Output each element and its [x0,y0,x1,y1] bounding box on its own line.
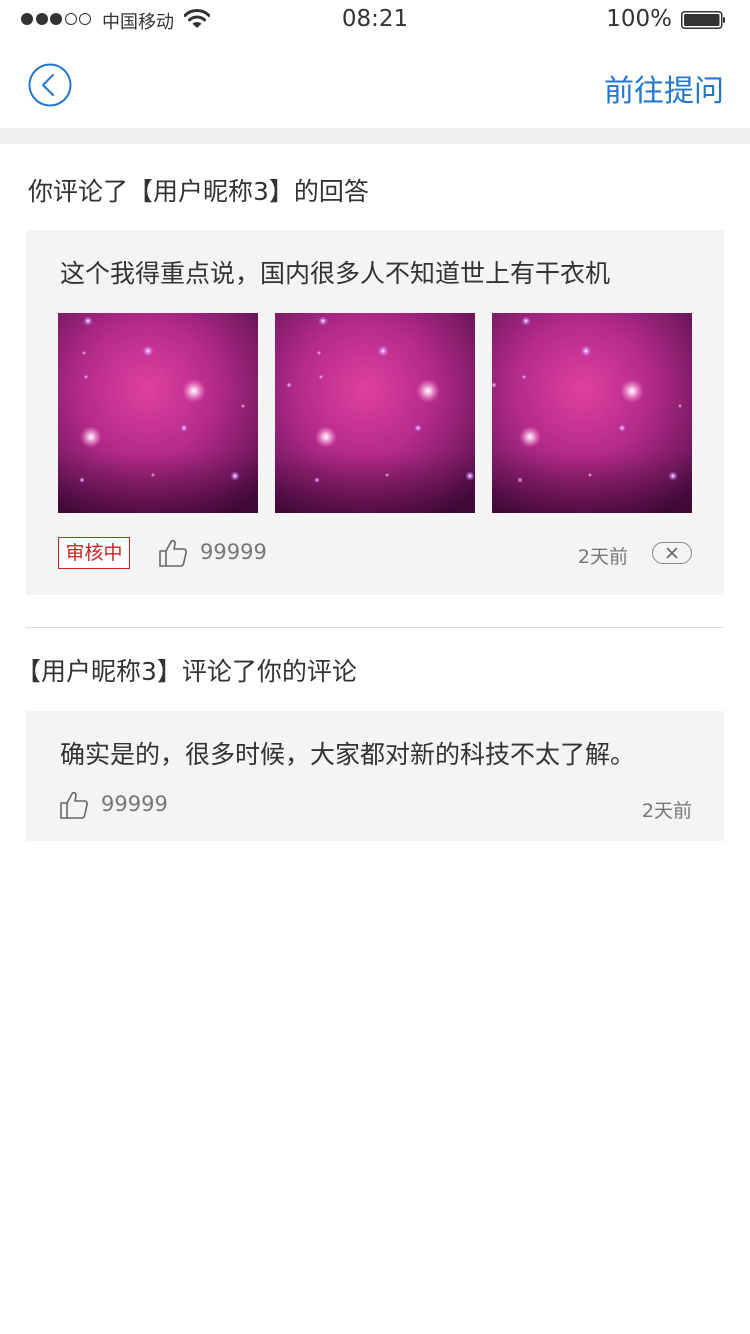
status-bar: 中国移动 08:21 100% [0,0,750,40]
timestamp: 2天前 [577,546,628,568]
thumbs-up-icon[interactable] [158,538,188,568]
back-button[interactable] [28,63,72,107]
section-divider [26,627,724,628]
ask-question-button[interactable]: 前往提问 [604,66,724,110]
battery-icon [681,11,725,29]
nav-divider [0,128,750,144]
comment-image[interactable] [58,313,258,513]
comment-image[interactable] [492,313,692,513]
battery-percentage: 100% [606,6,672,32]
comment-text: 这个我得重点说，国内很多人不知道世上有干衣机 [60,259,611,288]
review-status-badge: 审核中 [58,537,130,569]
item-title: 你评论了【用户昵称3】的回答 [28,177,369,206]
like-count: 99999 [101,792,168,816]
comment-image[interactable] [275,313,475,513]
thumbs-up-icon[interactable] [59,790,89,820]
delete-button[interactable] [652,542,692,564]
item-title: 【用户昵称3】评论了你的评论 [16,657,357,686]
like-count: 99999 [200,540,267,564]
comment-card[interactable]: 确实是的，很多时候，大家都对新的科技不太了解。 99999 2天前 [26,711,724,841]
comment-card[interactable]: 这个我得重点说，国内很多人不知道世上有干衣机 审核中 99999 2天前 [26,230,724,595]
comment-text: 确实是的，很多时候，大家都对新的科技不太了解。 [60,740,636,769]
timestamp: 2天前 [641,800,692,822]
close-icon [666,547,678,559]
